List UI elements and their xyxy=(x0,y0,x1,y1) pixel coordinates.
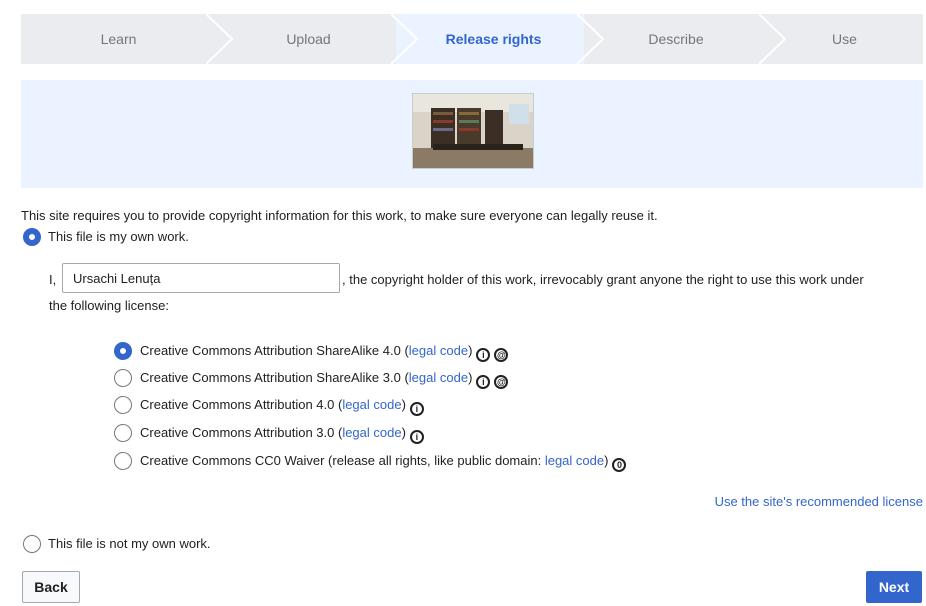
legal-code-link[interactable]: legal code xyxy=(342,425,401,440)
not-own-work-label: This file is not my own work. xyxy=(48,536,211,551)
license-radio-cc-by-3[interactable] xyxy=(114,424,132,442)
license-label: Creative Commons CC0 Waiver (release all… xyxy=(140,453,545,468)
license-option-cc-by-sa-4: Creative Commons Attribution ShareAlike … xyxy=(140,343,509,362)
step-use: Use xyxy=(832,31,857,47)
by-icon: i xyxy=(409,430,424,444)
author-name-input[interactable] xyxy=(62,263,340,293)
recommended-license-link[interactable]: Use the site's recommended license xyxy=(715,494,923,509)
license-radio-cc-by-sa-4[interactable] xyxy=(114,342,132,360)
legal-code-link[interactable]: legal code xyxy=(409,343,468,358)
step-release-rights: Release rights xyxy=(445,31,542,47)
statement-text-line1: , the copyright holder of this work, irr… xyxy=(342,272,864,287)
license-suffix: ) xyxy=(401,425,406,440)
own-work-label: This file is my own work. xyxy=(48,229,189,244)
license-label: Creative Commons Attribution ShareAlike … xyxy=(140,370,409,385)
not-own-work-radio[interactable] xyxy=(23,535,41,553)
own-work-radio[interactable] xyxy=(23,228,41,246)
legal-code-link[interactable]: legal code xyxy=(545,453,604,468)
by-icon: i xyxy=(409,402,424,416)
license-label: Creative Commons Attribution ShareAlike … xyxy=(140,343,409,358)
library-photo-image xyxy=(413,94,533,168)
step-learn: Learn xyxy=(100,31,137,47)
legal-code-link[interactable]: legal code xyxy=(342,397,401,412)
upload-steps-bar: Learn Upload Release rights Describe Use xyxy=(21,14,923,64)
license-suffix: ) xyxy=(401,397,406,412)
step-upload: Upload xyxy=(286,31,331,47)
license-radio-cc-by-4[interactable] xyxy=(114,396,132,414)
license-suffix: ) xyxy=(604,453,609,468)
license-option-cc-by-3: Creative Commons Attribution 3.0 (legal … xyxy=(140,425,424,444)
by-icon: i xyxy=(476,375,491,389)
license-suffix: ) xyxy=(468,343,473,358)
license-radio-cc0[interactable] xyxy=(114,452,132,470)
statement-prefix: I, xyxy=(49,272,57,287)
copyright-intro-text: This site requires you to provide copyri… xyxy=(21,208,658,223)
license-option-cc-by-4: Creative Commons Attribution 4.0 (legal … xyxy=(140,397,424,416)
zero-icon: 0 xyxy=(612,458,627,472)
sa-icon: @ xyxy=(494,348,509,362)
back-button[interactable]: Back xyxy=(22,571,80,603)
license-option-cc0: Creative Commons CC0 Waiver (release all… xyxy=(140,453,627,472)
file-thumbnail xyxy=(412,93,534,169)
step-describe: Describe xyxy=(648,31,704,47)
statement-text-line2: the following license: xyxy=(49,298,169,313)
license-option-cc-by-sa-3: Creative Commons Attribution ShareAlike … xyxy=(140,370,509,389)
next-button[interactable]: Next xyxy=(866,571,922,603)
license-suffix: ) xyxy=(468,370,473,385)
by-icon: i xyxy=(476,348,491,362)
sa-icon: @ xyxy=(494,375,509,389)
license-label: Creative Commons Attribution 4.0 ( xyxy=(140,397,343,412)
license-radio-cc-by-sa-3[interactable] xyxy=(114,369,132,387)
legal-code-link[interactable]: legal code xyxy=(409,370,468,385)
license-label: Creative Commons Attribution 3.0 ( xyxy=(140,425,343,440)
